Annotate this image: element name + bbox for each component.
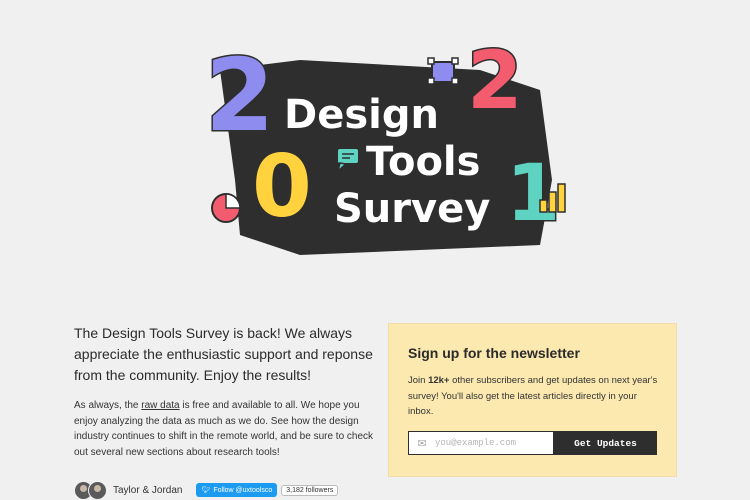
subscriber-count: 12k+ [428, 375, 450, 386]
intro-body-text: As always, the raw data is free and avai… [74, 398, 374, 460]
twitter-bird-icon: 🐦︎ [201, 487, 211, 494]
follower-count-badge: 3,182 followers [281, 484, 339, 496]
avatar-jordan [88, 480, 107, 500]
hero-word-survey: Survey [334, 186, 490, 232]
newsletter-description: Join 12k+ other subscribers and get upda… [408, 373, 664, 420]
pie-chart-icon [211, 193, 241, 223]
intro-body-start: As always, the [74, 400, 142, 411]
intro-lead-text: The Design Tools Survey is back! We alwa… [74, 325, 373, 383]
email-field[interactable] [431, 438, 545, 448]
newsletter-card: Sign up for the newsletter Join 12k+ oth… [388, 323, 677, 477]
hero-logo-graphic: 2 0 2 1 Design Tools Survey [204, 33, 566, 255]
get-updates-button[interactable]: Get Updates [554, 431, 657, 455]
selection-box-icon [427, 57, 459, 85]
newsletter-form: ✉ Get Updates [408, 431, 657, 455]
hero-logo: 2 0 2 1 Design Tools Survey [180, 30, 580, 270]
hero-digit-2b: 2 [467, 34, 523, 127]
hero-digit-0: 0 [252, 137, 312, 237]
hero-word-design: Design [284, 92, 439, 138]
hero-word-tools: Tools [366, 139, 480, 185]
newsletter-desc-start: Join [408, 375, 429, 386]
intro-section: The Design Tools Survey is back! We alwa… [74, 323, 374, 460]
follow-label: Follow @uxtoolsco [213, 486, 273, 494]
raw-data-link[interactable]: raw data [141, 400, 179, 411]
mail-icon: ✉ [417, 437, 427, 450]
email-field-wrapper: ✉ [408, 431, 554, 455]
newsletter-title: Sign up for the newsletter [408, 345, 580, 361]
author-names: Taylor & Jordan [113, 484, 183, 496]
twitter-follow-button[interactable]: 🐦︎ Follow @uxtoolsco [196, 483, 278, 497]
author-bar: Taylor & Jordan 🐦︎ Follow @uxtoolsco 3,1… [74, 480, 339, 500]
